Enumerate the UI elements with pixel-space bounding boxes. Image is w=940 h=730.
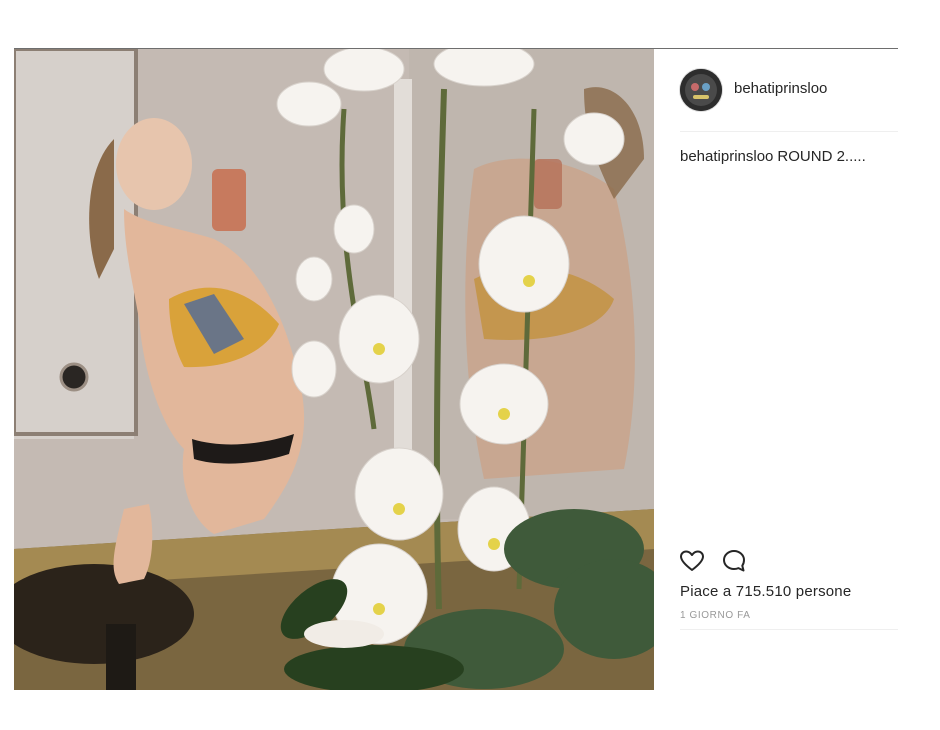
avatar[interactable] (680, 69, 722, 111)
divider (680, 629, 898, 630)
page: behatiprinsloo behatiprinsloo ROUND 2....… (0, 0, 940, 730)
post-photo[interactable] (14, 49, 654, 690)
heart-outline-icon[interactable] (678, 547, 706, 575)
post-actions (680, 547, 898, 577)
mirror-selfie-image (14, 49, 654, 690)
likes-count[interactable]: Piace a 715.510 persone (680, 583, 851, 600)
post-sidebar: behatiprinsloo behatiprinsloo ROUND 2....… (680, 49, 898, 690)
instagram-post: behatiprinsloo behatiprinsloo ROUND 2....… (14, 48, 898, 690)
post-caption: behatiprinsloo ROUND 2..... (680, 147, 898, 166)
post-header: behatiprinsloo (680, 67, 898, 132)
caption-text: ROUND 2..... (777, 148, 866, 165)
post-username[interactable]: behatiprinsloo (734, 80, 827, 97)
post-timestamp[interactable]: 1 GIORNO FA (680, 610, 751, 621)
caption-username[interactable]: behatiprinsloo (680, 148, 773, 165)
comment-bubble-icon[interactable] (720, 547, 748, 575)
avatar-image (680, 69, 722, 111)
